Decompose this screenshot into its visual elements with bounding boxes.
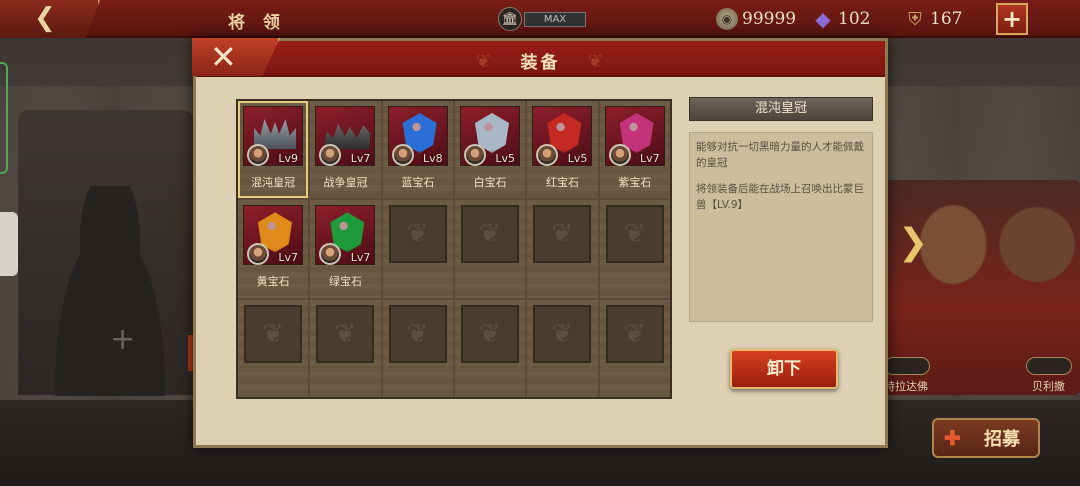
item-icon-frame: Lv8 — [387, 106, 448, 166]
laurel-placeholder-icon: ❦ — [533, 205, 592, 264]
empty-equipment-slot[interactable]: ❦ — [238, 299, 309, 397]
hero-badge — [1026, 357, 1072, 375]
hero-avatar-icon — [247, 144, 269, 166]
equipment-slot[interactable]: Lv8 蓝宝石 — [382, 101, 453, 199]
gem-icon: ◆ — [815, 7, 831, 31]
laurel-placeholder-icon: ❦ — [388, 304, 447, 363]
empty-equipment-slot[interactable]: ❦ — [310, 299, 381, 397]
left-green-tab[interactable] — [0, 62, 8, 174]
hero-avatar-icon — [536, 144, 559, 166]
item-name: 黄宝石 — [256, 275, 290, 289]
hero-avatar-icon — [464, 144, 486, 166]
hero-silhouette — [40, 186, 180, 396]
item-level: Lv7 — [278, 251, 298, 265]
helmet-icon: ⛨ — [908, 8, 922, 30]
laurel-placeholder-icon: ❦ — [461, 205, 519, 264]
equipment-slot[interactable]: Lv7 紫宝石 — [599, 101, 670, 199]
item-name: 紫宝石 — [618, 176, 652, 189]
item-level: Lv5 — [567, 152, 588, 165]
hero-name: 贝利撒 — [1032, 380, 1065, 393]
back-button[interactable]: ❮ — [0, 0, 100, 38]
hero-avatar-icon — [608, 144, 631, 166]
equipment-grid: Lv9 混沌皇冠 Lv7 战争皇冠 Lv8 蓝宝石 Lv5 白宝石 Lv5 红宝石 Lv7 紫宝石 Lv… — [236, 99, 672, 399]
equipment-slot[interactable]: Lv5 红宝石 — [527, 101, 598, 199]
hero-name: 特拉达佛 — [884, 380, 928, 393]
coins-value: 99999 — [742, 9, 797, 29]
laurel-placeholder-icon: ❦ — [605, 205, 664, 264]
max-bar: MAX — [524, 12, 586, 27]
dialog-header: ❦ ❦ 装备 ✕ — [192, 38, 885, 77]
empty-equipment-slot[interactable]: ❦ — [382, 299, 453, 397]
item-icon-frame: Lv7 — [604, 106, 665, 166]
laurel-placeholder-icon: ❦ — [605, 304, 664, 363]
building-icon: 🏛 — [498, 7, 522, 31]
recruit-label: 招募 — [984, 429, 1020, 450]
hero-avatar-icon — [319, 144, 342, 166]
hero-avatar-icon — [247, 243, 269, 266]
item-icon-frame: Lv5 — [532, 106, 593, 166]
laurel-placeholder-icon: ❦ — [244, 304, 302, 363]
item-name: 蓝宝石 — [401, 176, 435, 189]
coins-resource: ◉ 99999 — [716, 6, 796, 32]
next-arrow-icon[interactable]: ❯ — [898, 222, 928, 263]
coin-icon: ◉ — [716, 8, 738, 30]
item-level: Lv9 — [278, 152, 298, 165]
equipment-dialog: ❦ ❦ 装备 ✕ Lv9 混沌皇冠 Lv7 战争皇冠 Lv8 蓝宝石 Lv5 白宝石 Lv5 红宝… — [192, 38, 888, 448]
empty-equipment-slot[interactable]: ❦ — [382, 200, 453, 298]
helmets-resource: ⛨ 167 — [904, 6, 962, 32]
equipment-slot[interactable]: Lv7 战争皇冠 — [310, 101, 381, 199]
empty-equipment-slot[interactable]: ❦ — [455, 299, 526, 397]
empty-equipment-slot[interactable]: ❦ — [599, 200, 670, 298]
laurel-placeholder-icon: ❦ — [388, 205, 447, 264]
item-icon-frame: Lv7 — [315, 106, 376, 166]
equipment-slot[interactable]: Lv7 黄宝石 — [238, 200, 309, 298]
close-icon: ✕ — [210, 38, 237, 76]
item-icon-frame: Lv9 — [243, 106, 303, 166]
equipment-slot[interactable]: Lv5 白宝石 — [455, 101, 526, 199]
item-name: 战争皇冠 — [323, 176, 368, 189]
equipment-slot[interactable]: Lv9 混沌皇冠 — [238, 101, 309, 199]
empty-equipment-slot[interactable]: ❦ — [527, 200, 598, 298]
item-level: Lv7 — [350, 251, 371, 265]
item-level: Lv7 — [640, 152, 660, 165]
empty-equipment-slot[interactable]: ❦ — [455, 200, 526, 298]
hero-badge — [884, 357, 930, 375]
dialog-title: 装备 — [520, 53, 561, 73]
detail-desc-2: 将领装备后能在战场上召唤出比蒙巨兽【LV.9】 — [696, 183, 864, 211]
hero-avatar-icon — [391, 144, 414, 166]
item-level: Lv7 — [350, 152, 371, 165]
equipment-slot[interactable]: Lv7 绿宝石 — [310, 200, 381, 298]
hero-avatar-icon — [319, 243, 342, 266]
add-resource-button[interactable]: + — [996, 3, 1028, 35]
empty-equipment-slot[interactable]: ❦ — [527, 299, 598, 397]
detail-description: 能够对抗一切黑暗力量的人才能佩戴的皇冠 将领装备后能在战场上召唤出比蒙巨兽【LV… — [689, 132, 873, 322]
item-level: Lv5 — [495, 152, 515, 165]
top-bar: ❮ 将 领 🏛 MAX ◉ 99999 ◆ 102 ⛨ 167 + — [0, 0, 1080, 38]
gems-value: 102 — [838, 9, 871, 29]
item-level: Lv8 — [423, 152, 443, 165]
recruit-button[interactable]: ✚ 招募 — [932, 418, 1040, 458]
add-hero-icon[interactable]: + — [110, 322, 135, 357]
item-name: 白宝石 — [473, 176, 507, 189]
back-arrow-icon: ❮ — [34, 3, 56, 33]
helmets-value: 167 — [930, 9, 963, 29]
empty-equipment-slot[interactable]: ❦ — [599, 299, 670, 397]
item-name: 混沌皇冠 — [251, 176, 296, 189]
gems-resource: ◆ 102 — [812, 6, 870, 32]
item-icon-frame: Lv5 — [460, 106, 520, 166]
item-icon-frame: Lv7 — [243, 205, 303, 266]
laurel-placeholder-icon: ❦ — [461, 304, 519, 363]
laurel-placeholder-icon: ❦ — [316, 304, 375, 363]
item-name: 绿宝石 — [328, 275, 362, 289]
item-icon-frame: Lv7 — [315, 205, 376, 266]
left-side-tab[interactable] — [0, 212, 18, 276]
recruit-icon: ✚ — [944, 426, 961, 450]
detail-title: 混沌皇冠 — [689, 97, 873, 121]
detail-desc-1: 能够对抗一切黑暗力量的人才能佩戴的皇冠 — [696, 141, 864, 169]
item-name: 红宝石 — [545, 176, 579, 189]
page-title: 将 领 — [228, 13, 286, 33]
laurel-placeholder-icon: ❦ — [533, 304, 592, 363]
unequip-button[interactable]: 卸下 — [730, 349, 838, 389]
